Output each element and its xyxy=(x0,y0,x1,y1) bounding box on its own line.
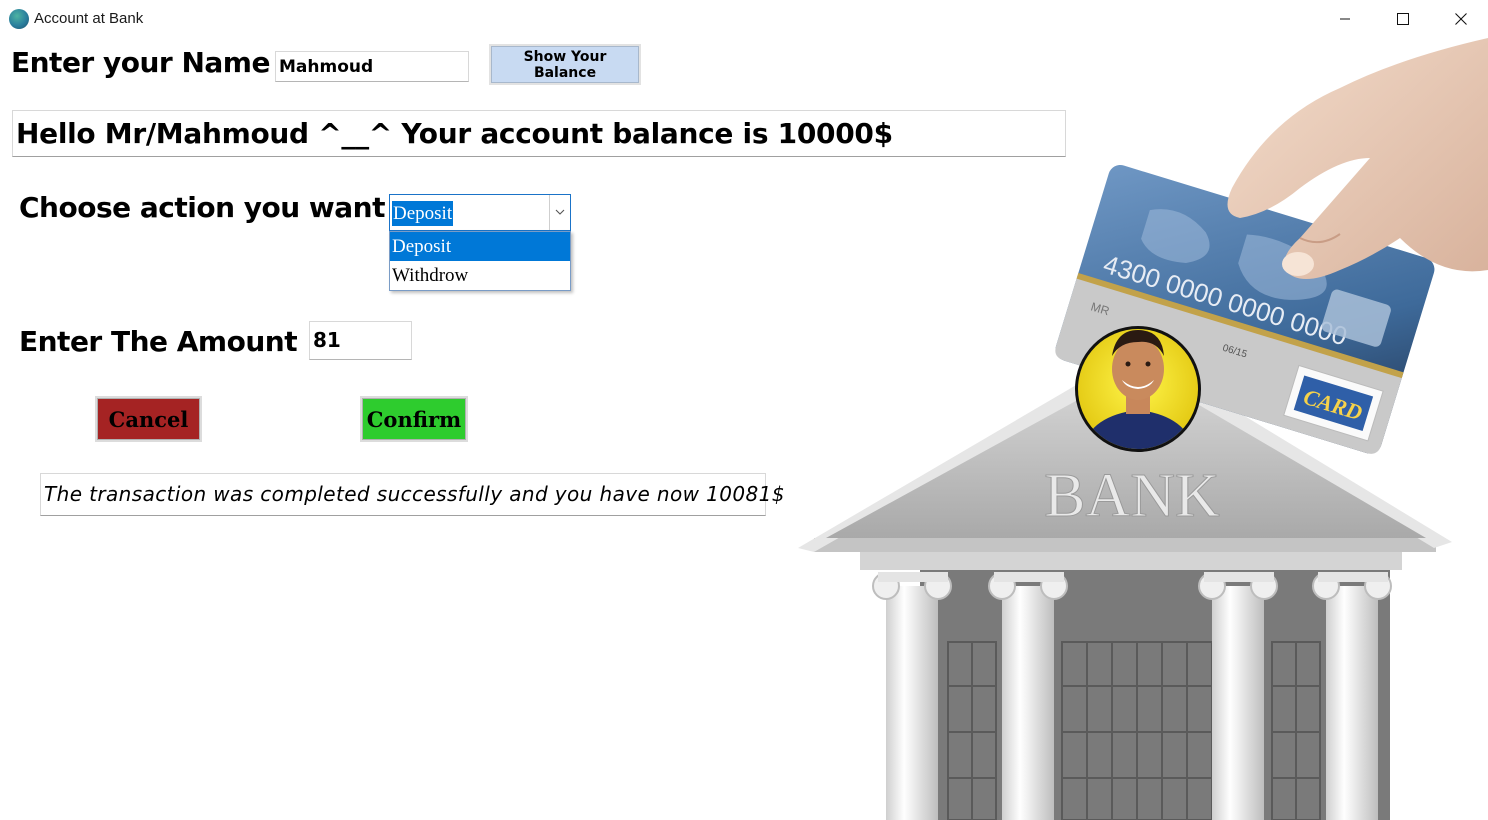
option-deposit[interactable]: Deposit xyxy=(390,232,570,261)
action-label: Choose action you want xyxy=(19,191,386,224)
option-withdrow[interactable]: Withdrow xyxy=(390,261,570,290)
confirm-button[interactable]: Confirm xyxy=(360,396,468,442)
amount-input[interactable]: 81 xyxy=(309,321,412,360)
minimize-icon xyxy=(1340,18,1350,20)
close-button[interactable] xyxy=(1432,0,1488,38)
title-bar: Account at Bank xyxy=(0,0,1488,38)
minimize-button[interactable] xyxy=(1316,0,1374,38)
close-icon xyxy=(1455,13,1467,25)
action-select[interactable]: Deposit xyxy=(389,194,571,231)
show-balance-button[interactable]: Show Your Balance xyxy=(489,44,641,85)
result-message: The transaction was completed successful… xyxy=(40,473,785,516)
name-input[interactable]: Mahmoud xyxy=(275,51,469,82)
app-icon xyxy=(9,9,29,29)
maximize-button[interactable] xyxy=(1374,0,1432,38)
action-selected-value: Deposit xyxy=(392,201,454,226)
chevron-down-icon[interactable] xyxy=(549,195,570,230)
cancel-button[interactable]: Cancel xyxy=(95,396,202,442)
bank-illustration: BANK 4300 0000 0000 0000 MR 06/15 CARD xyxy=(798,38,1488,820)
name-label: Enter your Name xyxy=(11,46,270,79)
window-title: Account at Bank xyxy=(34,10,144,27)
amount-label: Enter The Amount xyxy=(19,325,298,358)
maximize-icon xyxy=(1397,13,1409,25)
bank-sign: BANK xyxy=(1044,462,1220,530)
action-dropdown-list: Deposit Withdrow xyxy=(389,231,571,291)
